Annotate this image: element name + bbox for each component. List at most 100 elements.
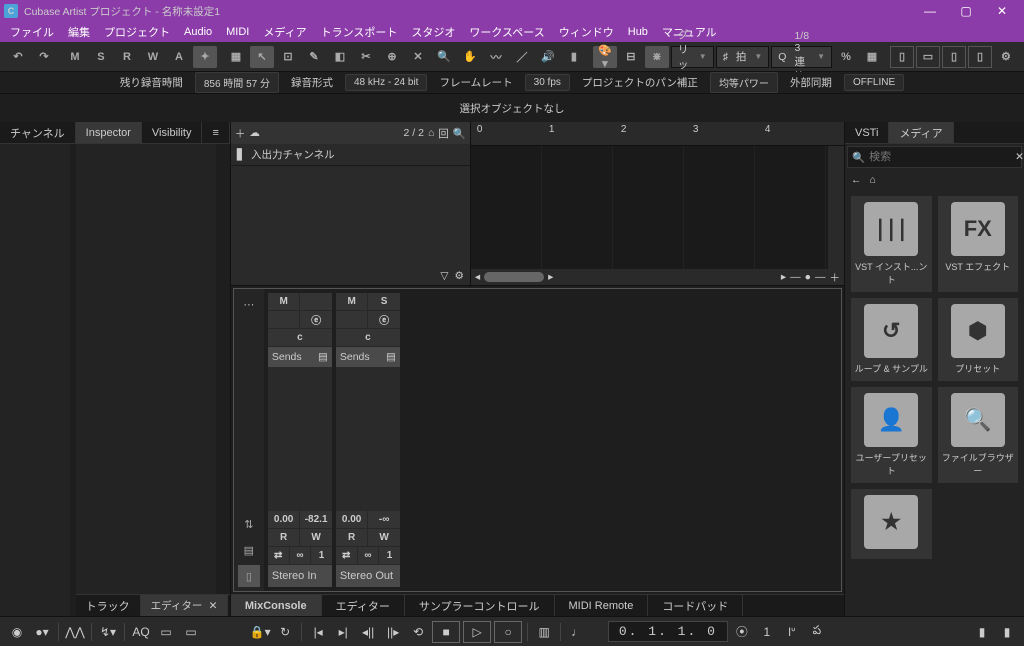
back-icon[interactable]: ← (851, 174, 862, 186)
media-search[interactable]: 🔍 ✕ ☰ (847, 146, 1022, 168)
listen-icon[interactable]: ⓔ (368, 311, 400, 328)
media-card[interactable]: ⬢プリセット (938, 298, 1019, 381)
menu-midi[interactable]: MIDI (220, 24, 255, 40)
line-tool[interactable]: ／ (510, 46, 534, 68)
ruler[interactable]: 0 1 2 3 4 (471, 122, 844, 146)
zone-right-button[interactable]: ▯ (942, 46, 966, 68)
arrange-area[interactable]: 0 1 2 3 4 ◂▸ ▸—●—＋ (471, 122, 844, 285)
menu-file[interactable]: ファイル (4, 22, 60, 42)
tab-midiremote[interactable]: MIDI Remote (555, 595, 649, 616)
search-icon[interactable]: 🔍 (453, 127, 466, 140)
add-track-button[interactable]: ＋ (235, 126, 246, 141)
strip-solo[interactable]: S (368, 293, 400, 310)
strip-mute[interactable]: M (336, 293, 369, 310)
cycle-button[interactable]: ↻ (274, 621, 296, 643)
glue-tool[interactable]: ⊕ (380, 46, 404, 68)
search-input[interactable] (869, 151, 1011, 163)
media-card[interactable]: ∣∣∣VST インスト...ント (851, 196, 932, 292)
time-display[interactable]: 0. 1. 1. 0 (608, 621, 728, 642)
grid-type-select[interactable]: ♯拍▼ (716, 46, 770, 68)
media-card[interactable]: ↺ループ & サンプル (851, 298, 932, 381)
tab-visibility[interactable]: Visibility (142, 122, 203, 143)
zone-left-button[interactable]: ▯ (890, 46, 914, 68)
sends-label[interactable]: Sends▤ (268, 347, 332, 367)
menu-transport[interactable]: トランスポート (315, 22, 404, 42)
stop-button[interactable]: ■ (432, 621, 460, 643)
time-format-button[interactable]: ⦿ (731, 621, 753, 643)
menu-audio[interactable]: Audio (178, 24, 218, 40)
mc-notepad-button[interactable]: ▯ (238, 565, 260, 587)
mute-tool[interactable]: ✕ (406, 46, 430, 68)
retrospective-button[interactable]: ↯▾ (97, 621, 119, 643)
sends-label[interactable]: Sends▤ (336, 347, 400, 367)
forward-button[interactable]: ||▸ (382, 621, 404, 643)
tab-media[interactable]: メディア (889, 122, 953, 143)
menu-edit[interactable]: 編集 (62, 22, 96, 42)
tab-chordpad[interactable]: コードパッド (648, 595, 743, 616)
agent-icon[interactable]: 回 (438, 126, 449, 141)
tempo-icon[interactable]: ♩ (566, 621, 588, 643)
media-card[interactable]: 🔍ファイルブラウザー (938, 387, 1019, 483)
zone-right2-button[interactable]: ▯ (968, 46, 992, 68)
read-button[interactable]: R (115, 46, 139, 68)
record-button[interactable]: ○ (494, 621, 522, 643)
loop-button[interactable]: ⟲ (407, 621, 429, 643)
filter-icon[interactable]: ⌂ (428, 127, 434, 139)
play-button[interactable]: ▷ (463, 621, 491, 643)
home-icon[interactable]: ⌂ (870, 174, 876, 186)
count-in-button[interactable]: ▥ (533, 621, 555, 643)
punch-out-button[interactable]: ●▾ (31, 621, 53, 643)
clear-icon[interactable]: ✕ (1015, 151, 1024, 163)
undo-button[interactable]: ↶ (6, 46, 30, 68)
strip-name[interactable]: Stereo Out (336, 565, 400, 587)
strip-read[interactable]: R (268, 529, 301, 546)
maximize-button[interactable]: ▢ (948, 0, 984, 22)
link-icon[interactable]: ⇄ (268, 547, 290, 564)
write-button[interactable]: W (141, 46, 165, 68)
click-button[interactable]: lᐡ (781, 621, 803, 643)
locator-l-button[interactable]: ▭ (155, 621, 177, 643)
mc-faders-button[interactable]: ⇅ (238, 513, 260, 535)
snap-type-select[interactable]: グリッド▼ (671, 46, 714, 68)
track-preset-button[interactable]: ☁ (249, 127, 260, 139)
constrain-button[interactable]: ▦ (224, 46, 248, 68)
quantize-edit-button[interactable]: % (834, 46, 858, 68)
marker-button[interactable]: ⋀⋀ (64, 621, 86, 643)
vertical-scrollbar[interactable] (828, 146, 844, 269)
aq-button[interactable]: AQ (130, 621, 152, 643)
tab-editor[interactable]: エディター (322, 595, 405, 616)
menu-project[interactable]: プロジェクト (98, 22, 176, 42)
locator-r-button[interactable]: ▭ (180, 621, 202, 643)
setup-button[interactable]: ⚙ (994, 46, 1018, 68)
bar-display[interactable]: 1 (756, 621, 778, 643)
chain-icon[interactable]: ∞ (358, 547, 380, 564)
range-tool[interactable]: ⊡ (276, 46, 300, 68)
mute-button[interactable]: M (63, 46, 87, 68)
comp-tool[interactable]: ✋ (458, 46, 482, 68)
strip-read[interactable]: R (336, 529, 369, 546)
link-icon[interactable]: ⇄ (336, 547, 358, 564)
draw-tool[interactable]: ✎ (302, 46, 326, 68)
tab-editor-left[interactable]: エディター ✕ (141, 595, 229, 616)
tab-vsti[interactable]: VSTi (845, 122, 889, 143)
tab-track[interactable]: トラック (76, 595, 141, 616)
listen-icon[interactable]: ⓔ (300, 311, 332, 328)
media-card[interactable]: ★ (851, 489, 932, 559)
close-icon[interactable]: ✕ (209, 600, 218, 612)
strip-write[interactable]: W (368, 529, 400, 546)
go-start-button[interactable]: |◂ (307, 621, 329, 643)
channel-strip[interactable]: MⓔсSends▤0.00-82.1RW⇄∞1Stereo In (268, 293, 332, 587)
menu-window[interactable]: ウィンドウ (553, 22, 620, 42)
gear-icon[interactable]: ⚙ (454, 270, 463, 282)
mc-pictures-button[interactable]: ▤ (238, 539, 260, 561)
layout1-button[interactable]: ▦ (860, 46, 884, 68)
redo-button[interactable]: ↷ (32, 46, 56, 68)
strip-name[interactable]: Stereo In (268, 565, 332, 587)
menu-workspace[interactable]: ワークスペース (463, 22, 550, 42)
tab-channel[interactable]: チャンネル (0, 122, 76, 143)
close-button[interactable]: ✕ (984, 0, 1020, 22)
snap-toggle[interactable]: ⋇ (645, 46, 669, 68)
zone-lower-button[interactable]: ▭ (916, 46, 940, 68)
media-card[interactable]: FXVST エフェクト (938, 196, 1019, 292)
tab-sampler[interactable]: サンプラーコントロール (405, 595, 555, 616)
